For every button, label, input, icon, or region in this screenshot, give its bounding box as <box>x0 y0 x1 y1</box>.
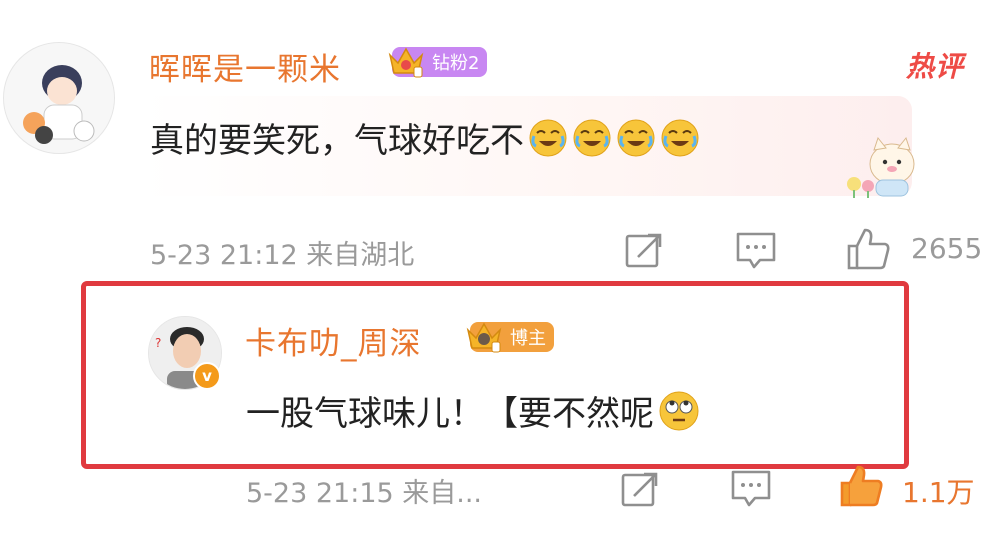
username-2[interactable]: 卡布叻_周深 <box>245 318 422 363</box>
share-icon[interactable] <box>624 231 664 271</box>
badge-label: 钻粉2 <box>432 53 480 74</box>
comment-text-1: 真的要笑死，气球好吃不 <box>150 113 700 167</box>
laugh-cry-icon <box>528 118 568 167</box>
blogger-badge[interactable]: 博主 <box>466 322 554 353</box>
badge-label: 博主 <box>510 328 546 349</box>
laugh-cry-icon <box>572 118 612 167</box>
comment-text-2: 一股气球味儿！【要不然呢 <box>246 386 700 441</box>
comment-text: 真的要笑死，气球好吃不 <box>150 121 524 161</box>
eye-roll-icon <box>658 390 700 441</box>
username-1[interactable]: 晖晖是一颗米 <box>149 44 341 89</box>
laugh-cry-icon <box>660 118 700 167</box>
like-icon-active[interactable] <box>838 463 884 509</box>
crown-icon <box>388 47 424 78</box>
avatar-illustration-icon <box>4 43 114 153</box>
cat-sticker-icon <box>847 136 915 198</box>
like-count-2: 1.1万 <box>902 476 975 509</box>
user-avatar-1[interactable] <box>3 42 115 154</box>
verified-badge-icon: v <box>193 362 221 390</box>
comment-icon[interactable] <box>730 468 772 510</box>
like-count-1: 2655 <box>911 232 983 265</box>
share-icon[interactable] <box>620 470 660 510</box>
comment-meta-1: 5-23 21:12 来自湖北 <box>150 240 415 271</box>
svg-text:?: ? <box>155 336 161 350</box>
hot-comment-tag: 热评 <box>906 50 965 83</box>
comment-icon[interactable] <box>735 230 777 272</box>
laugh-cry-icon <box>616 118 656 167</box>
like-icon[interactable] <box>845 226 891 272</box>
comment-text: 一股气球味儿！【要不然呢 <box>246 394 654 434</box>
comment-meta-2: 5-23 21:15 来自... <box>246 478 482 509</box>
fan-level-badge[interactable]: 钻粉2 <box>388 47 488 78</box>
crown-icon <box>466 322 502 353</box>
